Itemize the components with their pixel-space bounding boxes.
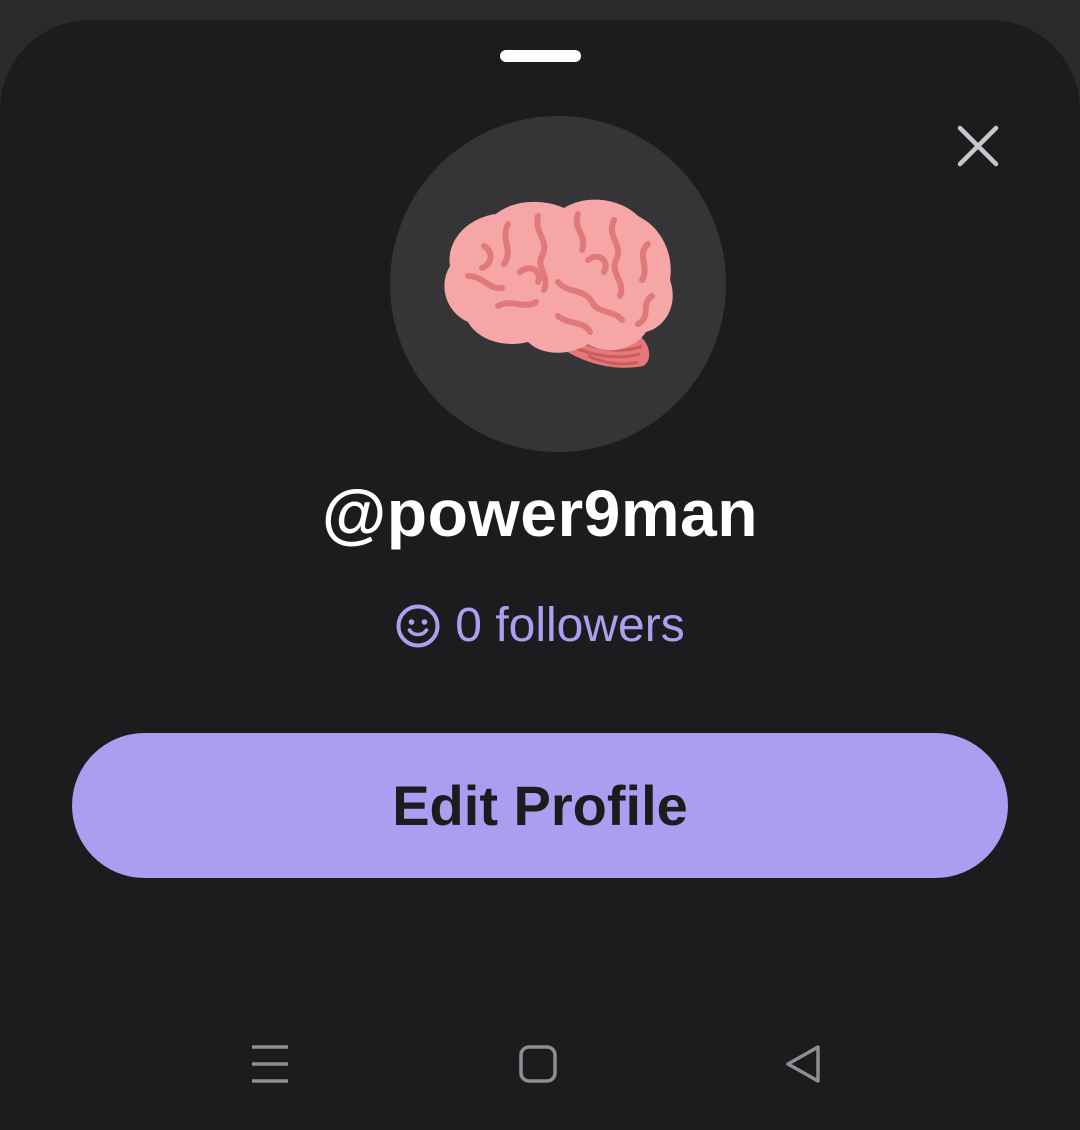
profile-bottom-sheet: @power9man 0 followers Edit Profile [0,20,1080,995]
followers-label: 0 followers [455,599,685,652]
back-triangle-icon [786,1045,820,1083]
avatar[interactable] [390,116,726,452]
drag-handle-icon[interactable] [500,50,581,62]
edit-profile-button[interactable]: Edit Profile [72,733,1008,878]
close-icon [957,125,999,167]
home-square-icon [519,1045,557,1083]
system-navigation-bar [0,995,1080,1130]
recents-menu-icon [252,1045,288,1083]
close-button[interactable] [950,118,1006,174]
brain-icon [444,199,673,368]
followers-count[interactable]: 0 followers [0,598,1080,653]
smiley-icon [395,603,441,649]
recents-button[interactable] [240,1035,300,1095]
back-button[interactable] [774,1035,834,1095]
username: @power9man [321,476,759,550]
home-button[interactable] [508,1035,568,1095]
